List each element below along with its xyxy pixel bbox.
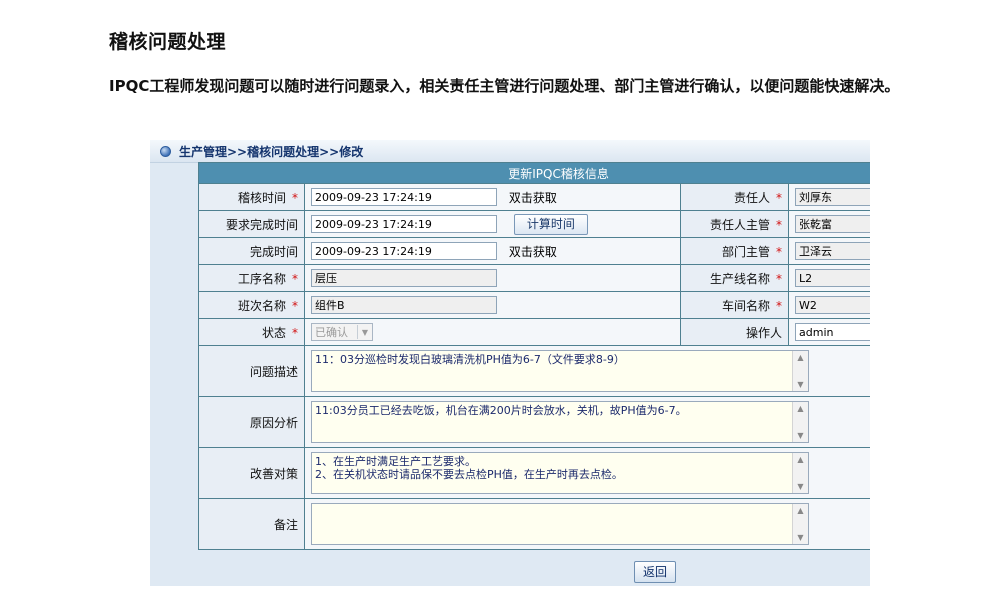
cause-textarea[interactable]: 11:03分员工已经去吃饭，机台在满200片时会放水，关机，故PH值为6-7。 … (311, 401, 809, 443)
scroll-down-icon[interactable]: ▼ (797, 378, 803, 391)
measure-line-2: 2、在关机状态时请品保不要去点检PH值，在生产时再去点检。 (315, 468, 623, 481)
cause-label: 原因分析 (198, 396, 305, 448)
doc-title: 稽核问题处理 (109, 31, 227, 53)
dept-mgr-input[interactable]: 卫泽云 (795, 242, 870, 260)
calc-time-button[interactable]: 计算时间 (513, 213, 588, 235)
done-time-input[interactable]: 2009-09-23 17:24:19 (311, 242, 497, 260)
audit-time-input[interactable]: 2009-09-23 17:24:19 (311, 188, 497, 206)
status-select[interactable]: 已确认 ▼ (311, 323, 373, 341)
scrollbar[interactable]: ▲ ▼ (792, 453, 808, 493)
due-time-label: 要求完成时间 (198, 210, 305, 238)
breadcrumb: 生产管理>>稽核问题处理>>修改 (179, 144, 364, 159)
app-panel: 生产管理>>稽核问题处理>>修改 更新IPQC稽核信息 稽核时间 * 2009-0… (150, 140, 870, 586)
workshop-input[interactable]: W2 (795, 296, 870, 314)
audit-form: 更新IPQC稽核信息 稽核时间 * 2009-09-23 17:24:19 双击获… (197, 162, 870, 550)
workshop-label: 车间名称 * (680, 291, 789, 319)
owner-mgr-label: 责任人主管 * (680, 210, 789, 238)
line-label: 生产线名称 * (680, 264, 789, 292)
remark-label: 备注 (198, 498, 305, 550)
scroll-up-icon[interactable]: ▲ (797, 453, 803, 466)
problem-label: 问题描述 (198, 345, 305, 397)
doc-description: IPQC工程师发现问题可以随时进行问题录入，相关责任主管进行问题处理、部门主管进… (109, 77, 900, 95)
back-button[interactable]: 返回 (634, 561, 677, 583)
audit-time-hint: 双击获取 (508, 190, 557, 205)
measure-label: 改善对策 (198, 447, 305, 499)
scroll-up-icon[interactable]: ▲ (797, 504, 803, 517)
audit-time-label: 稽核时间 * (198, 183, 305, 211)
owner-mgr-input[interactable]: 张乾富 (795, 215, 870, 233)
owner-input[interactable]: 刘厚东 (795, 188, 870, 206)
done-time-label: 完成时间 (198, 237, 305, 265)
scrollbar[interactable]: ▲ ▼ (792, 402, 808, 442)
remark-textarea[interactable]: ▲ ▼ (311, 503, 809, 545)
process-label: 工序名称 * (198, 264, 305, 292)
scroll-down-icon[interactable]: ▼ (797, 429, 803, 442)
due-time-input[interactable]: 2009-09-23 17:24:19 (311, 215, 497, 233)
breadcrumb-bar: 生产管理>>稽核问题处理>>修改 (150, 140, 870, 163)
operator-input[interactable]: admin (795, 323, 870, 341)
dept-mgr-label: 部门主管 * (680, 237, 789, 265)
scrollbar[interactable]: ▲ ▼ (792, 504, 808, 544)
status-label: 状态 * (198, 318, 305, 346)
scroll-up-icon[interactable]: ▲ (797, 402, 803, 415)
operator-label: 操作人 (680, 318, 789, 346)
chevron-down-icon: ▼ (357, 325, 372, 339)
measure-textarea[interactable]: 1、在生产时满足生产工艺要求。 2、在关机状态时请品保不要去点检PH值，在生产时… (311, 452, 809, 494)
shift-input[interactable]: 组件B (311, 296, 497, 314)
scrollbar[interactable]: ▲ ▼ (792, 351, 808, 391)
scroll-down-icon[interactable]: ▼ (797, 531, 803, 544)
form-header: 更新IPQC稽核信息 (197, 162, 870, 184)
process-input[interactable]: 层压 (311, 269, 497, 287)
problem-textarea[interactable]: 11：03分巡检时发现白玻璃清洗机PH值为6-7（文件要求8-9） ▲ ▼ (311, 350, 809, 392)
owner-label: 责任人 * (680, 183, 789, 211)
shift-label: 班次名称 * (198, 291, 305, 319)
measure-line-1: 1、在生产时满足生产工艺要求。 (315, 455, 476, 468)
scroll-up-icon[interactable]: ▲ (797, 351, 803, 364)
bullet-icon (160, 145, 171, 157)
scroll-down-icon[interactable]: ▼ (797, 480, 803, 493)
line-input[interactable]: L2 (795, 269, 870, 287)
done-time-hint: 双击获取 (508, 244, 557, 259)
